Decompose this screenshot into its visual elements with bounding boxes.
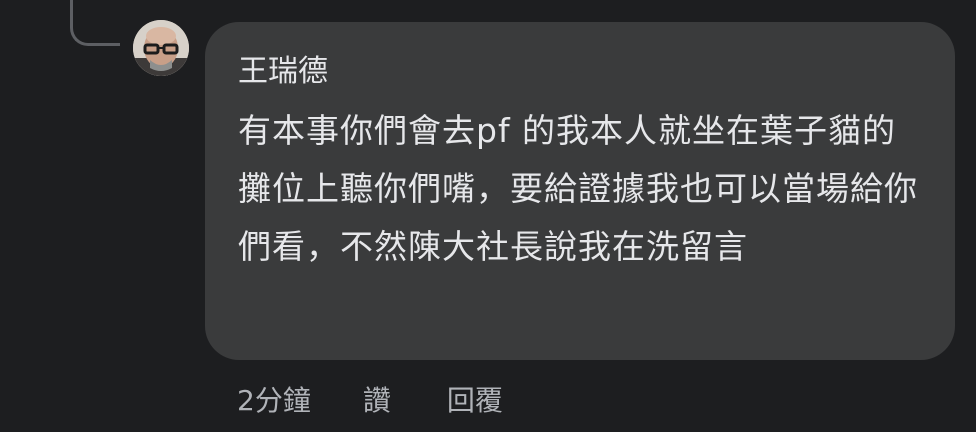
thread-connector-line xyxy=(70,0,120,46)
comment-timestamp[interactable]: 2分鐘 xyxy=(237,379,311,419)
comment-author-name[interactable]: 王瑞德 xyxy=(238,52,925,92)
comment-actions: 2分鐘 讚 回覆 xyxy=(237,376,503,422)
comment-text: 有本事你們會去pf 的我本人就坐在葉子貓的攤位上聽你們嘴，要給證據我也可以當場給… xyxy=(238,111,918,266)
like-button[interactable]: 讚 xyxy=(363,379,391,419)
reply-button[interactable]: 回覆 xyxy=(447,379,503,419)
avatar[interactable] xyxy=(133,20,189,76)
comment-thread: 王瑞德 有本事你們會去pf 的我本人就坐在葉子貓的攤位上聽你們嘴，要給證據我也可… xyxy=(0,0,976,432)
comment-bubble: 王瑞德 有本事你們會去pf 的我本人就坐在葉子貓的攤位上聽你們嘴，要給證據我也可… xyxy=(205,22,955,360)
user-avatar-icon xyxy=(133,20,189,76)
